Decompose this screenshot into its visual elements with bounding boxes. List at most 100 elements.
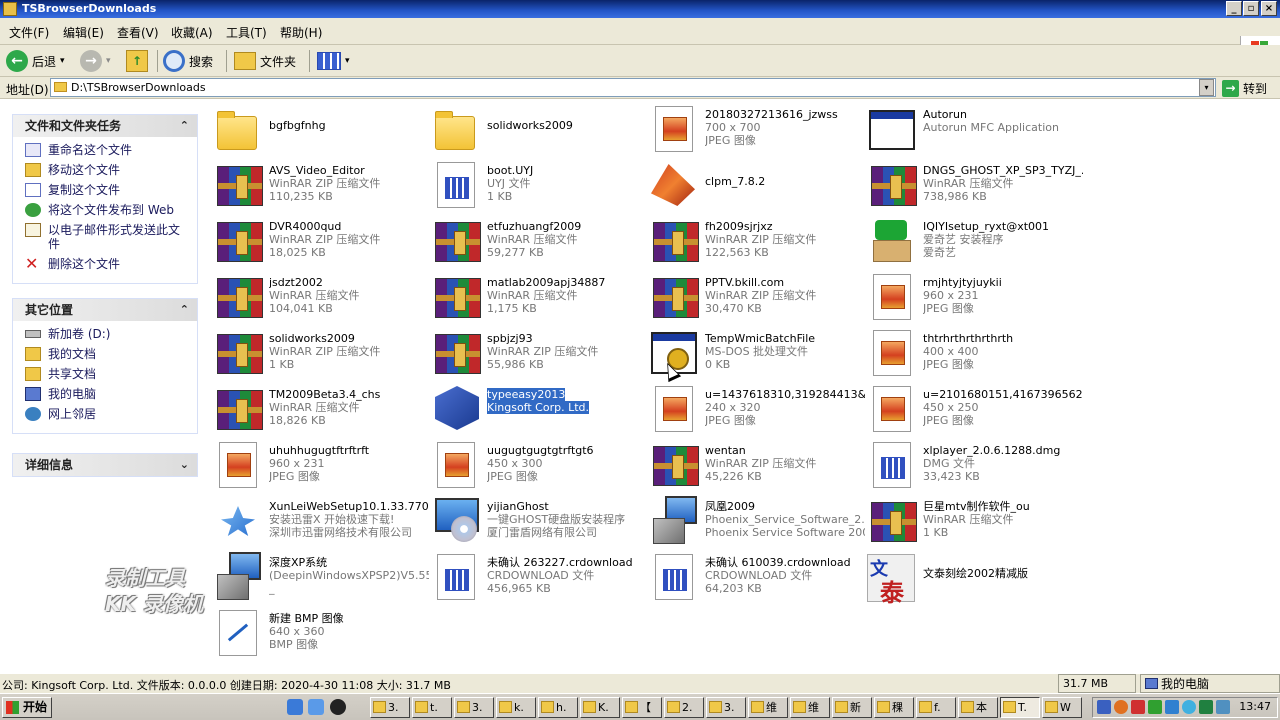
folders-button[interactable]: 文件夹 [234, 48, 296, 74]
collapse-icon[interactable]: ⌃ [180, 115, 189, 137]
file-item[interactable]: 巨星mtv制作软件_ou WinRAR 压缩文件 1 KB [863, 494, 1078, 546]
tray-app-icon[interactable] [1131, 700, 1145, 714]
tray-app-icon[interactable] [1182, 700, 1196, 714]
taskbar-window-button[interactable]: 【 [622, 697, 662, 718]
search-button[interactable]: 搜索 [163, 48, 213, 74]
other-places-header[interactable]: 其它位置 ⌃ [13, 299, 197, 321]
place-shared-documents[interactable]: 共享文档 [25, 367, 189, 381]
taskbar-window-button[interactable]: 本 [958, 697, 998, 718]
file-item[interactable]: XunLeiWebSetup10.1.33.770gw 安装迅雷X 开始极速下载!… [209, 494, 429, 546]
taskbar-window-button[interactable]: K. [580, 697, 620, 718]
tray-app-icon[interactable] [1148, 700, 1162, 714]
file-item[interactable]: xlplayer_2.0.6.1288.dmg DMG 文件 33,423 KB [863, 438, 1078, 490]
file-item[interactable]: boot.UYJ UYJ 文件 1 KB [427, 158, 642, 210]
address-dropdown-button[interactable]: ▾ [1199, 79, 1214, 96]
qq-icon[interactable] [330, 699, 346, 715]
taskbar-window-button[interactable]: f. [916, 697, 956, 718]
task-rename[interactable]: 重命名这个文件 [25, 143, 189, 157]
task-email[interactable]: 以电子邮件形式发送此文件 [25, 223, 189, 251]
file-item[interactable]: 未确认 263227.crdownload CRDOWNLOAD 文件 456,96… [427, 550, 642, 602]
file-item[interactable]: DVR4000qud WinRAR ZIP 压缩文件 18,025 KB [209, 214, 424, 266]
file-item[interactable]: jsdzt2002 WinRAR 压缩文件 104,041 KB [209, 270, 424, 322]
menu-tools[interactable]: 工具(T) [226, 24, 267, 41]
menu-help[interactable]: 帮助(H) [280, 24, 322, 41]
place-drive-d[interactable]: 新加卷 (D:) [25, 327, 189, 341]
views-button[interactable]: ▾ [317, 48, 350, 74]
taskbar-window-button[interactable]: 维 [748, 697, 788, 718]
taskbar-window-button[interactable]: 3. [706, 697, 746, 718]
file-item[interactable]: yijianGhost 一键GHOST硬盘版安装程序 厦门雷盾网络有限公司 [427, 494, 642, 546]
clock[interactable]: 13:47 [1239, 700, 1271, 713]
file-item[interactable]: 未确认 610039.crdownload CRDOWNLOAD 文件 64,203… [645, 550, 860, 602]
taskbar-window-button[interactable]: k. [496, 697, 536, 718]
menu-favorites[interactable]: 收藏(A) [171, 24, 213, 41]
place-network[interactable]: 网上邻居 [25, 407, 189, 421]
expand-icon[interactable]: ⌄ [180, 454, 189, 476]
file-item[interactable]: PPTV.bkill.com WinRAR ZIP 压缩文件 30,470 KB [645, 270, 860, 322]
file-item[interactable]: solidworks2009 WinRAR ZIP 压缩文件 1 KB [209, 326, 424, 378]
browser-icon[interactable] [308, 699, 324, 715]
window-titlebar[interactable]: TSBrowserDownloads _ ▫ × [0, 0, 1280, 18]
file-item[interactable]: spbjzj93 WinRAR ZIP 压缩文件 55,986 KB [427, 326, 642, 378]
ie-icon[interactable] [287, 699, 303, 715]
taskbar-window-button[interactable]: 新 [832, 697, 872, 718]
menu-edit[interactable]: 编辑(E) [63, 24, 104, 41]
start-button[interactable]: 开始 [2, 697, 52, 718]
file-item[interactable]: bgfbgfnhg [209, 102, 424, 154]
views-dropdown-icon[interactable]: ▾ [345, 56, 350, 66]
details-header[interactable]: 详细信息 ⌄ [13, 454, 197, 476]
file-item[interactable]: u=1437618310,319284413&f... 240 x 320 JPEG… [645, 382, 865, 434]
file-tasks-header[interactable]: 文件和文件夹任务 ⌃ [13, 115, 197, 137]
file-item[interactable]: etfuzhuangf2009 WinRAR 压缩文件 59,277 KB [427, 214, 642, 266]
file-item[interactable]: rmjhtyjtyjuykii 960 x 231 JPEG 图像 [863, 270, 1078, 322]
file-item[interactable]: 文泰刻绘2002精减版 [863, 550, 1078, 608]
task-delete[interactable]: ✕ 删除这个文件 [25, 256, 189, 272]
tray-arrow-icon[interactable] [1097, 700, 1111, 714]
file-item[interactable]: AVS_Video_Editor WinRAR ZIP 压缩文件 110,235 K… [209, 158, 424, 210]
file-item[interactable]: TM2009Beta3.4_chs WinRAR 压缩文件 18,826 KB [209, 382, 424, 434]
task-publish-web[interactable]: 将这个文件发布到 Web [25, 203, 189, 217]
file-item[interactable]: uhuhhugugtftrftrft 960 x 231 JPEG 图像 [209, 438, 424, 490]
taskbar-window-button[interactable]: 3. [454, 697, 494, 718]
taskbar-window-button[interactable]: 稞 [874, 697, 914, 718]
close-button[interactable]: × [1261, 1, 1277, 16]
tray-app-icon[interactable] [1165, 700, 1179, 714]
file-item[interactable]: 20180327213616_jzwss 700 x 700 JPEG 图像 [645, 102, 860, 154]
file-item[interactable]: u=2101680151,41673965628... 450 x 250 JPEG… [863, 382, 1083, 434]
file-item[interactable]: Autorun Autorun MFC Application [863, 102, 1078, 154]
file-item[interactable]: DNGS_GHOST_XP_SP3_TYZJ_... WinRAR 压缩文件 738… [863, 158, 1083, 210]
file-item[interactable]: fh2009sjrjxz WinRAR ZIP 压缩文件 122,563 KB [645, 214, 860, 266]
taskbar-window-button[interactable]: h. [538, 697, 578, 718]
forward-button[interactable]: → ▾ [80, 48, 111, 74]
file-item[interactable]: uugugtgugtgtrftgt6 450 x 300 JPEG 图像 [427, 438, 642, 490]
back-button[interactable]: ← 后退 ▾ [6, 48, 65, 74]
file-item[interactable]: thtrhrthrthrthrth 400 x 400 JPEG 图像 [863, 326, 1078, 378]
task-copy[interactable]: 复制这个文件 [25, 183, 189, 197]
file-item[interactable]: wentan WinRAR ZIP 压缩文件 45,226 KB [645, 438, 860, 490]
taskbar-window-button[interactable]: 2. [664, 697, 704, 718]
taskbar-window-button[interactable]: W [1042, 697, 1082, 718]
file-item[interactable]: solidworks2009 [427, 102, 642, 154]
up-folder-button[interactable]: ↑ [126, 48, 148, 74]
file-item[interactable]: clpm_7.8.2 [645, 158, 860, 210]
address-input[interactable]: D:\TSBrowserDownloads [50, 78, 1216, 97]
file-item[interactable]: IQIYIsetup_ryxt@xt001 爱奇艺 安装程序 爱奇艺 [863, 214, 1078, 266]
menu-view[interactable]: 查看(V) [117, 24, 159, 41]
go-button[interactable]: → 转到 [1222, 79, 1267, 97]
menu-file[interactable]: 文件(F) [9, 24, 49, 41]
taskbar-window-button[interactable]: 维 [790, 697, 830, 718]
minimize-button[interactable]: _ [1226, 1, 1242, 16]
back-dropdown-icon[interactable]: ▾ [60, 56, 65, 66]
file-item[interactable]: matlab2009apj34887 WinRAR 压缩文件 1,175 KB [427, 270, 642, 322]
tray-network-icon[interactable] [1216, 700, 1230, 714]
place-my-documents[interactable]: 我的文档 [25, 347, 189, 361]
forward-dropdown-icon[interactable]: ▾ [106, 56, 111, 66]
taskbar-window-button[interactable]: 3. [370, 697, 410, 718]
task-move[interactable]: 移动这个文件 [25, 163, 189, 177]
place-my-computer[interactable]: 我的电脑 [25, 387, 189, 401]
taskbar-window-button[interactable]: t. [412, 697, 452, 718]
taskbar-window-button[interactable]: T. [1000, 697, 1040, 718]
tray-app-icon[interactable] [1114, 700, 1128, 714]
collapse-icon[interactable]: ⌃ [180, 299, 189, 321]
maximize-button[interactable]: ▫ [1243, 1, 1259, 16]
